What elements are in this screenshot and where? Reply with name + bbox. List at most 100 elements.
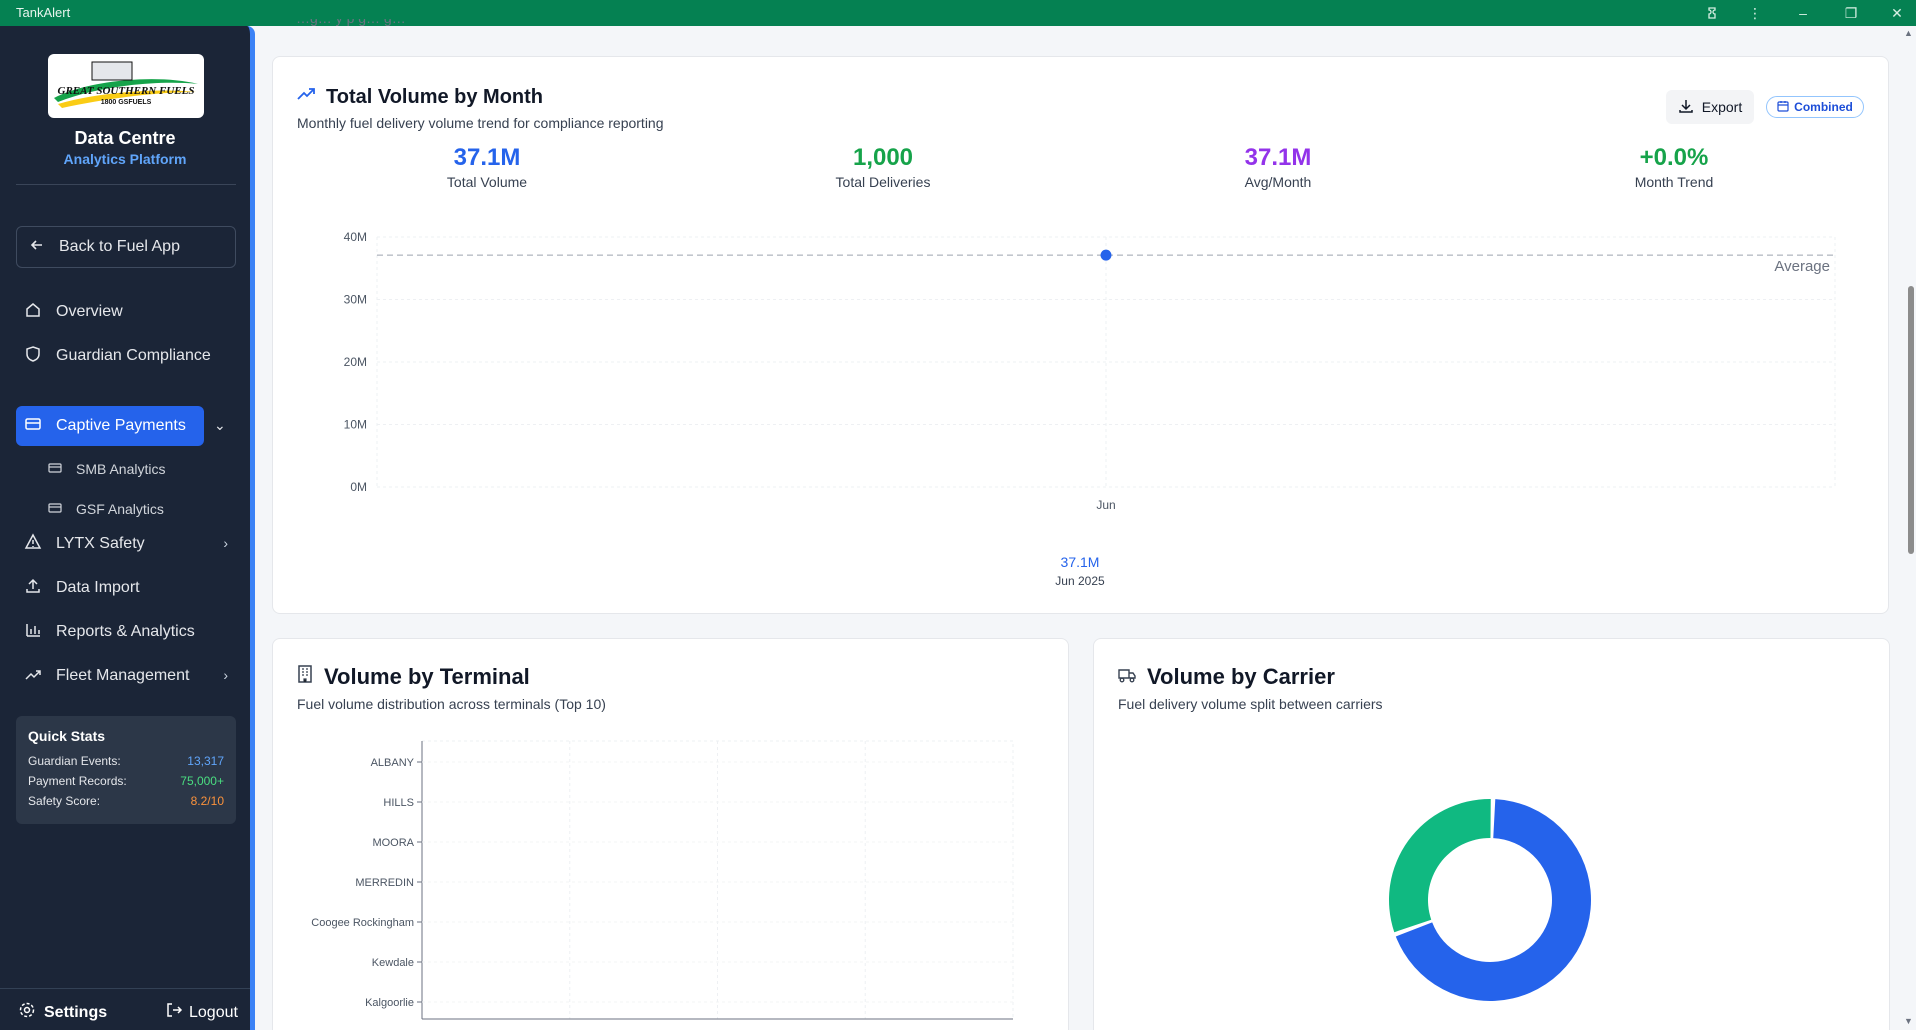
scroll-up-icon[interactable]: ▲ — [1904, 28, 1913, 38]
summary-value: 37.1M — [1060, 554, 1100, 570]
back-label: Back to Fuel App — [59, 238, 180, 255]
home-icon — [24, 301, 42, 324]
brand-title: Data Centre — [74, 128, 176, 148]
nav-label: SMB Analytics — [76, 461, 166, 477]
download-icon — [1678, 98, 1694, 117]
metric-value: 1,000 — [852, 144, 914, 171]
terminal-bar-chart: ALBANY HILLS MOORA MERREDIN Coogee Rockingha… — [311, 740, 1014, 1020]
carrier-title: Volume by Carrier — [1147, 664, 1335, 689]
app-title: TankAlert — [16, 5, 71, 20]
chevron-down-icon[interactable]: ⌄ — [214, 417, 226, 434]
sidebar: GREAT SOUTHERN FUELS 1800 GSFUELS Data C… — [0, 26, 255, 1030]
card-title: Total Volume by Month — [296, 84, 543, 110]
settings-label: Settings — [44, 1003, 108, 1021]
y-tick-label: 0M — [350, 480, 367, 494]
carrier-subtitle: Fuel delivery volume split between carri… — [1118, 696, 1383, 712]
back-button[interactable]: Back to Fuel App — [16, 226, 236, 268]
nav-label: Guardian Compliance — [56, 347, 211, 364]
nav-label: Overview — [56, 303, 123, 320]
export-label: Export — [1701, 99, 1743, 115]
logout-icon — [165, 1001, 183, 1024]
scroll-down-icon[interactable]: ▼ — [1904, 1016, 1913, 1026]
stat-label: Safety Score: — [28, 794, 101, 808]
y-tick-label: 40M — [344, 230, 367, 244]
metric-label: Month Trend — [1634, 174, 1714, 190]
nav-label: Captive Payments — [56, 417, 186, 434]
terminal-subtitle: Fuel volume distribution across terminal… — [297, 696, 606, 712]
sidebar-footer: Settings Logout — [0, 988, 250, 1030]
y-tick-label: Coogee Rockingham — [311, 917, 414, 929]
chevron-right-icon: › — [223, 535, 228, 551]
nav-lytx-safety[interactable]: LYTX Safety › — [16, 524, 236, 564]
chevron-right-icon: › — [223, 667, 228, 683]
restore-icon[interactable]: ❐ — [1838, 3, 1864, 23]
upload-icon — [24, 577, 42, 600]
stat-value: 13,317 — [187, 754, 224, 768]
truck-icon — [1117, 664, 1137, 690]
company-logo: GREAT SOUTHERN FUELS 1800 GSFUELS — [48, 54, 204, 118]
y-tick-label: 10M — [344, 418, 367, 432]
card-icon — [48, 501, 62, 518]
volume-month-title: Total Volume by Month — [326, 85, 544, 108]
quick-stats-title: Quick Stats — [28, 728, 106, 744]
y-tick-label: HILLS — [383, 797, 414, 809]
carrier-donut-chart — [1389, 799, 1591, 1001]
stat-row: Guardian Events: 13,317 — [28, 754, 224, 774]
nav-data-import[interactable]: Data Import — [16, 568, 236, 608]
nav-captive-payments[interactable]: Captive Payments — [16, 406, 204, 446]
y-tick-label: 20M — [344, 355, 367, 369]
extensions-icon[interactable] — [1701, 3, 1727, 23]
settings-button[interactable]: Settings — [18, 1001, 107, 1024]
y-tick-label: Kalgoorlie — [365, 997, 414, 1009]
card-title: Volume by Terminal — [296, 664, 530, 690]
nav-label: LYTX Safety — [56, 535, 145, 552]
summary-label: Jun 2025 — [1055, 574, 1105, 588]
nav-label: Data Import — [56, 579, 140, 596]
title-bar: TankAlert ⋮ – ❐ ✕ — [0, 0, 1916, 26]
stat-row: Safety Score: 8.2/10 — [28, 794, 224, 814]
trending-up-icon — [296, 84, 316, 110]
donut-slice — [1389, 799, 1491, 933]
y-tick-label: MERREDIN — [355, 877, 414, 889]
data-point — [1100, 249, 1112, 261]
y-tick-label: MOORA — [372, 837, 414, 849]
metric-avg-month: 37.1M Avg/Month — [1178, 144, 1378, 190]
average-label: Average — [1774, 258, 1830, 275]
export-button[interactable]: Export — [1666, 90, 1754, 124]
shield-icon — [24, 345, 42, 368]
metric-value: 37.1M — [453, 144, 521, 171]
nav-overview[interactable]: Overview — [16, 292, 236, 332]
nav-fleet-management[interactable]: Fleet Management › — [16, 656, 236, 696]
combined-label: Combined — [1794, 100, 1853, 114]
metric-total-deliveries: 1,000 Total Deliveries — [783, 144, 983, 190]
metric-value: +0.0% — [1639, 144, 1709, 171]
volume-month-subtitle: Monthly fuel delivery volume trend for c… — [297, 115, 664, 131]
metric-month-trend: +0.0% Month Trend — [1574, 144, 1774, 190]
metric-value: 37.1M — [1244, 144, 1312, 171]
brand-subtitle: Analytics Platform — [63, 151, 187, 167]
metric-total-volume: 37.1M Total Volume — [387, 144, 587, 190]
stat-value: 75,000+ — [180, 774, 224, 788]
logo-text: GREAT SOUTHERN FUELS — [58, 85, 195, 97]
y-tick-label: Kewdale — [372, 957, 414, 969]
metric-label: Total Volume — [446, 174, 528, 190]
arrow-left-icon — [29, 237, 45, 258]
nav-guardian-compliance[interactable]: Guardian Compliance — [16, 336, 236, 376]
metric-label: Avg/Month — [1244, 174, 1312, 190]
stat-label: Payment Records: — [28, 774, 127, 788]
minimize-icon[interactable]: – — [1790, 3, 1816, 23]
scrollbar-thumb[interactable] — [1908, 286, 1914, 554]
nav-smb-analytics[interactable]: SMB Analytics — [48, 455, 165, 483]
more-icon[interactable]: ⋮ — [1742, 3, 1768, 23]
y-tick-label: 30M — [344, 293, 367, 307]
nav-label: GSF Analytics — [76, 501, 164, 517]
combined-badge[interactable]: Combined — [1766, 96, 1864, 118]
nav-gsf-analytics[interactable]: GSF Analytics — [48, 495, 164, 523]
calendar-icon — [1777, 100, 1789, 115]
nav-reports-analytics[interactable]: Reports & Analytics — [16, 612, 236, 652]
stat-row: Payment Records: 75,000+ — [28, 774, 224, 794]
logout-button[interactable]: Logout — [165, 1001, 238, 1024]
gear-icon — [18, 1001, 36, 1024]
y-tick-label: ALBANY — [371, 757, 415, 769]
close-icon[interactable]: ✕ — [1884, 3, 1910, 23]
